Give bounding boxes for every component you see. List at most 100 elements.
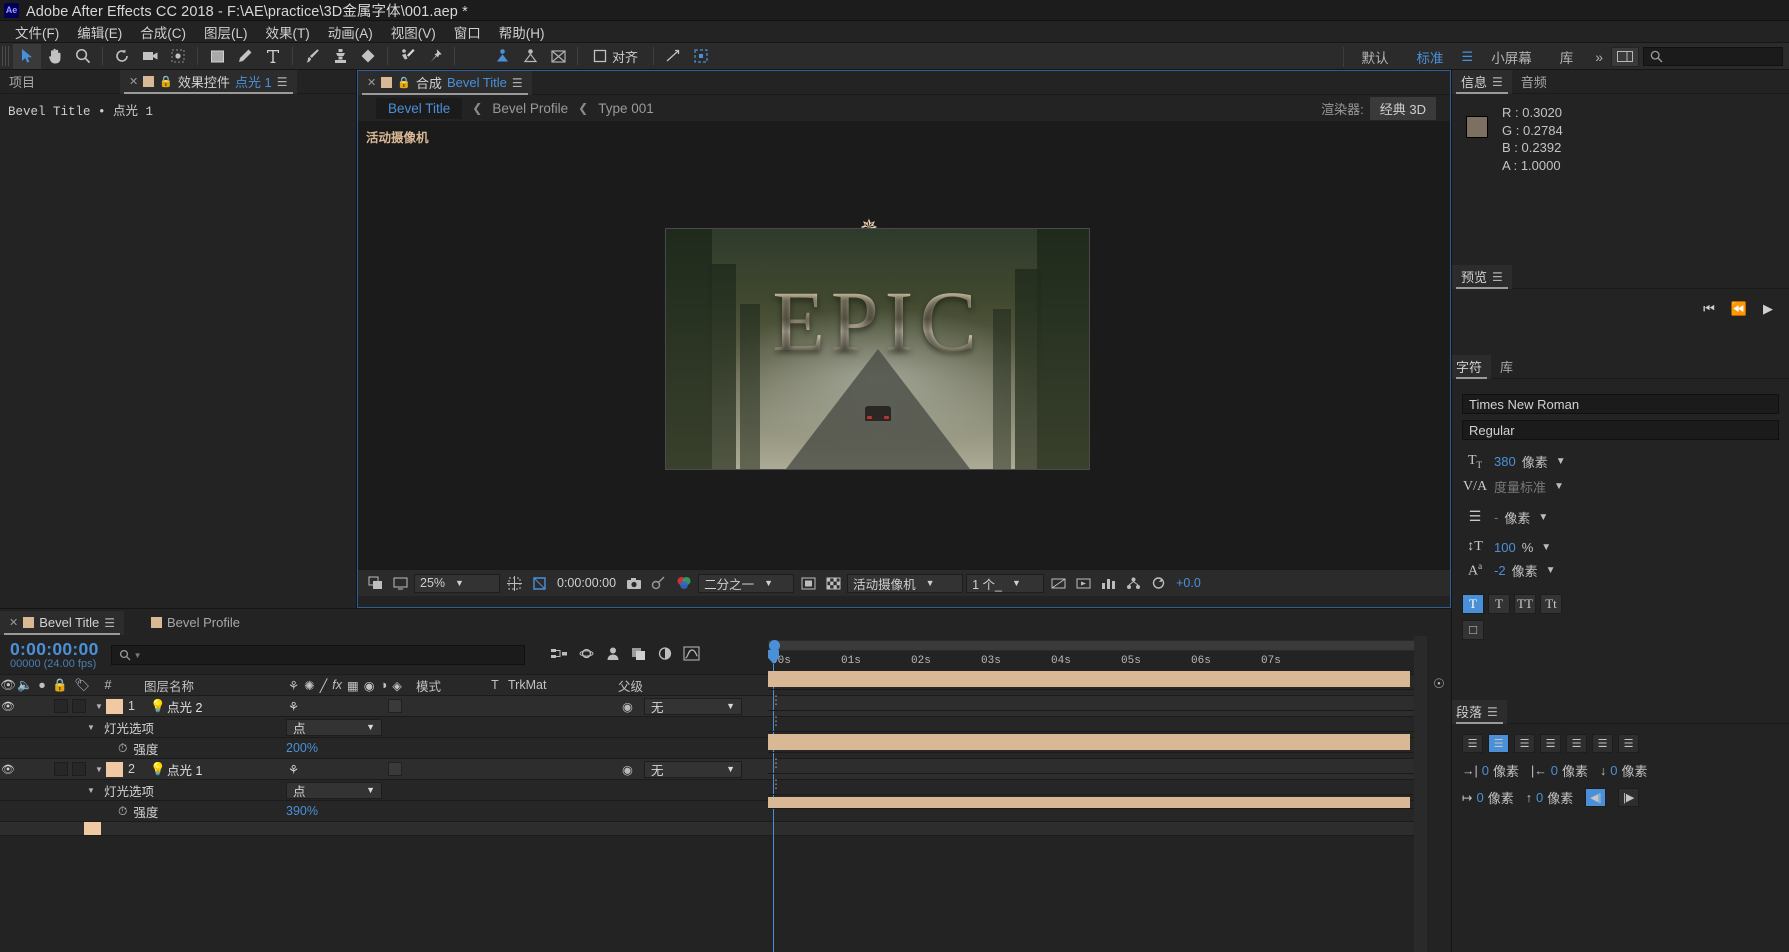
play-button[interactable]: ▶ bbox=[1763, 301, 1773, 317]
superscript-button[interactable]: □ bbox=[1462, 620, 1484, 640]
pen-tool-icon[interactable] bbox=[231, 44, 259, 69]
menu-item-view[interactable]: 视图(V) bbox=[382, 22, 445, 42]
snapshot-camera-icon[interactable] bbox=[623, 573, 645, 594]
space-after-field[interactable]: ↑ 0 像素 bbox=[1526, 788, 1574, 807]
show-snapshot-icon[interactable] bbox=[648, 573, 670, 594]
draft-3d-icon[interactable] bbox=[578, 646, 595, 664]
parent-pickwhip-icon-2[interactable]: ◉ bbox=[622, 762, 633, 777]
column-t-label[interactable]: T bbox=[482, 678, 508, 692]
justify-all-button[interactable]: ☰ bbox=[1618, 734, 1639, 753]
workspace-small-screen[interactable]: 小屏幕 bbox=[1477, 47, 1546, 67]
graph-editor-icon[interactable] bbox=[683, 646, 700, 664]
roto-brush-tool-icon[interactable] bbox=[393, 44, 421, 69]
stopwatch-icon[interactable]: ⏱ bbox=[118, 741, 127, 756]
faux-bold-button[interactable]: T bbox=[1462, 594, 1484, 614]
column-parent-label[interactable]: 父级 bbox=[588, 676, 668, 695]
breadcrumb-item-2[interactable]: Bevel Profile bbox=[492, 101, 568, 116]
camera-tool-icon[interactable] bbox=[136, 44, 164, 69]
timeline-jump-icon[interactable] bbox=[1097, 573, 1119, 594]
paragraph-panel-menu-icon[interactable]: ☰ bbox=[1487, 705, 1498, 719]
layer-lock-box[interactable] bbox=[72, 699, 86, 713]
menu-item-window[interactable]: 窗口 bbox=[445, 22, 490, 42]
main-viewer-icon[interactable] bbox=[389, 573, 411, 594]
snapping-toggle-icon[interactable] bbox=[687, 44, 715, 69]
align-right-button[interactable]: ☰ bbox=[1514, 734, 1535, 753]
snapping-icon[interactable] bbox=[659, 44, 687, 69]
comp-family-icon[interactable]: ☉ bbox=[1427, 636, 1451, 692]
switch-effects-icon[interactable]: fx bbox=[332, 678, 342, 692]
keyframe-nav-icon[interactable]: ⋮ bbox=[770, 694, 782, 707]
grid-guides-icon[interactable] bbox=[503, 573, 525, 594]
resolution-select[interactable]: 二分之一 ▼ bbox=[698, 573, 795, 593]
indent-right-field[interactable]: |← 0 像素 bbox=[1531, 761, 1588, 780]
layer-mode-box[interactable] bbox=[388, 699, 402, 713]
preview-panel-menu-icon[interactable]: ☰ bbox=[1492, 270, 1503, 284]
layer-duration-bar-2[interactable] bbox=[768, 734, 1410, 750]
layer-label-color[interactable] bbox=[106, 698, 123, 714]
property-value[interactable]: 200 bbox=[286, 741, 307, 755]
menu-item-effect[interactable]: 效果(T) bbox=[257, 22, 319, 42]
vertical-scale-value[interactable]: 100 bbox=[1494, 540, 1516, 555]
tab-effect-controls[interactable]: ✕ 🔒 效果控件 点光 1 ☰ bbox=[120, 69, 297, 94]
tab-audio[interactable]: 音频 bbox=[1512, 70, 1556, 94]
switch-frame-blend-icon[interactable]: ▦ bbox=[347, 678, 359, 693]
fast-previews-icon[interactable] bbox=[1072, 573, 1094, 594]
zoom-level-select[interactable]: 25% ▼ bbox=[414, 573, 500, 593]
vertical-scale-chevron-down-icon[interactable]: ▼ bbox=[1541, 542, 1551, 553]
timeline-zoom-scrollbar[interactable] bbox=[768, 640, 1415, 651]
layer-expand-triangle-icon[interactable]: ▼ bbox=[92, 702, 106, 711]
lock-icon-comp[interactable]: 🔒 bbox=[397, 76, 411, 89]
channel-rgb-icon[interactable] bbox=[673, 573, 695, 594]
tab-composition[interactable]: ✕ 🔒 合成 Bevel Title ☰ bbox=[358, 70, 532, 95]
workspace-default[interactable]: 默认 bbox=[1348, 47, 1403, 67]
clone-stamp-tool-icon[interactable] bbox=[326, 44, 354, 69]
layer-switch-shy-icon-2[interactable]: ⚘ bbox=[288, 762, 299, 777]
column-label-icon[interactable]: 🏷 bbox=[70, 678, 94, 693]
enable-motion-blur-icon[interactable] bbox=[657, 646, 673, 664]
menu-item-animation[interactable]: 动画(A) bbox=[319, 22, 382, 42]
small-caps-button[interactable]: Tt bbox=[1540, 594, 1562, 614]
leading-chevron-down-icon[interactable]: ▼ bbox=[1538, 512, 1548, 523]
eraser-tool-icon[interactable] bbox=[354, 44, 382, 69]
layer-label-color-3[interactable] bbox=[84, 822, 101, 835]
layer-switch-shy-icon[interactable]: ⚘ bbox=[288, 699, 299, 714]
align-center-button[interactable]: ☰ bbox=[1488, 734, 1509, 753]
justify-last-center-button[interactable]: ☰ bbox=[1566, 734, 1587, 753]
flowchart-icon[interactable] bbox=[1122, 573, 1144, 594]
column-solo-icon[interactable]: ● bbox=[34, 678, 50, 692]
column-audio-icon[interactable]: 🔈 bbox=[16, 678, 34, 693]
align-left-button[interactable]: ☰ bbox=[1462, 734, 1483, 753]
direction-ltr-button[interactable]: ◀| bbox=[1585, 788, 1607, 807]
column-index-label[interactable]: # bbox=[94, 678, 122, 692]
tab-project[interactable]: 项目 bbox=[0, 70, 120, 94]
font-family-field[interactable]: Times New Roman bbox=[1462, 394, 1779, 414]
close-icon-timeline[interactable]: ✕ bbox=[9, 616, 18, 629]
switch-3d-icon[interactable]: ◈ bbox=[392, 678, 402, 693]
first-frame-button[interactable]: ⏮ bbox=[1703, 301, 1715, 317]
layer-mode-box-2[interactable] bbox=[388, 762, 402, 776]
property-value-2[interactable]: 390 bbox=[286, 804, 307, 818]
layer-solo-box[interactable] bbox=[54, 699, 68, 713]
region-of-interest-icon[interactable] bbox=[528, 573, 550, 594]
menu-item-composition[interactable]: 合成(C) bbox=[131, 22, 195, 42]
switch-adjustment-icon[interactable]: ◑ bbox=[380, 678, 388, 692]
align-panel-toggle[interactable]: 对齐 bbox=[583, 47, 648, 66]
column-mode-label[interactable]: 模式 bbox=[402, 676, 482, 695]
font-size-value[interactable]: 380 bbox=[1494, 454, 1516, 469]
tab-timeline-bevel-profile[interactable]: Bevel Profile bbox=[142, 611, 249, 635]
menu-item-help[interactable]: 帮助(H) bbox=[490, 22, 554, 42]
parent-pickwhip-icon[interactable]: ◉ bbox=[622, 699, 633, 714]
dolly-camera-icon[interactable] bbox=[544, 44, 572, 69]
baseline-shift-value[interactable]: -2 bbox=[1494, 563, 1506, 578]
orbit-camera-icon[interactable] bbox=[516, 44, 544, 69]
renderer-value[interactable]: 经典 3D bbox=[1369, 96, 1436, 120]
column-lock-icon[interactable]: 🔒 bbox=[50, 678, 70, 693]
view-camera-select[interactable]: 活动摄像机 ▼ bbox=[847, 573, 964, 593]
menu-item-edit[interactable]: 编辑(E) bbox=[68, 22, 131, 42]
leading-value[interactable]: - bbox=[1494, 510, 1498, 525]
layer-name[interactable]: 点光 2 bbox=[167, 697, 202, 716]
toolbar-grip[interactable] bbox=[2, 46, 10, 66]
current-time-display[interactable]: 0:00:00:00 bbox=[553, 576, 620, 590]
switch-collapse-icon[interactable]: ✺ bbox=[304, 678, 314, 693]
group-expand-triangle-icon[interactable]: ▼ bbox=[84, 723, 98, 732]
